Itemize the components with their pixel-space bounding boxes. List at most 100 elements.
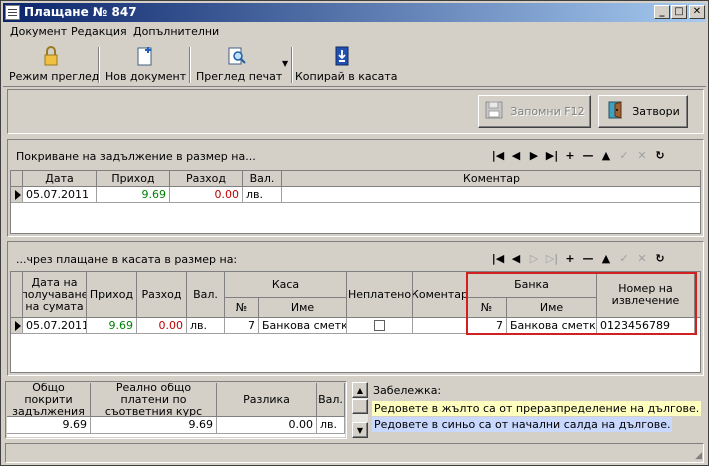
toolbar: Режим преглед Нов документ Преглед печат…: [3, 43, 706, 87]
menu-document[interactable]: Документ: [10, 25, 67, 38]
payment-date-cell[interactable]: 05.07.2011: [23, 318, 87, 334]
payment-cash-name-cell[interactable]: Банкова сметка: [259, 318, 347, 334]
notes-scrollbar[interactable]: ▲ ▼: [352, 382, 368, 438]
close-label: Затвори: [632, 105, 680, 118]
refresh-icon[interactable]: ↻: [653, 252, 667, 266]
col-comment[interactable]: Коментар: [282, 171, 700, 187]
close-button[interactable]: Затвори: [598, 95, 688, 128]
payment-section: ...чрез плащане в касата в размер на: |◀…: [7, 241, 704, 376]
col-group-bank: Банка: [467, 272, 597, 298]
view-mode-label: Режим преглед: [9, 70, 100, 83]
next-record-icon[interactable]: ▶: [527, 149, 541, 163]
col-statement-number[interactable]: Номер на извлечение: [597, 272, 695, 318]
col-income[interactable]: Приход: [87, 272, 137, 318]
col-comment[interactable]: Коментар: [413, 272, 467, 318]
add-record-icon[interactable]: +: [563, 252, 577, 266]
cancel-record-icon[interactable]: ✕: [635, 149, 649, 163]
payment-cash-no-cell[interactable]: 7: [225, 318, 259, 334]
payment-bank-no-cell[interactable]: 7: [467, 318, 507, 334]
delete-record-icon[interactable]: —: [581, 149, 595, 163]
col-expense[interactable]: Разход: [170, 171, 243, 187]
col-currency[interactable]: Вал.: [187, 272, 225, 318]
print-preview-icon: [226, 45, 248, 67]
col-cash-no[interactable]: №: [225, 298, 259, 318]
col-income[interactable]: Приход: [97, 171, 170, 187]
scroll-thumb[interactable]: [352, 399, 368, 414]
dropdown-arrow-icon[interactable]: ▼: [282, 59, 288, 68]
payment-window: Плащане № 847 _ □ ✕ Документ Редакция До…: [0, 0, 709, 466]
new-document-button[interactable]: Нов документ: [105, 45, 186, 85]
post-record-icon[interactable]: ✓: [617, 252, 631, 266]
copy-to-cash-button[interactable]: Копирай в касата: [295, 45, 398, 85]
col-bank-no[interactable]: №: [467, 298, 507, 318]
menu-edit[interactable]: Редакция: [71, 25, 127, 38]
edit-record-icon[interactable]: ▲: [599, 252, 613, 266]
payment-expense-cell[interactable]: 0.00: [137, 318, 187, 334]
cancel-record-icon[interactable]: ✕: [635, 252, 649, 266]
payment-currency-cell[interactable]: лв.: [187, 318, 225, 334]
payment-caption: ...чрез плащане в касата в размер на:: [16, 253, 238, 266]
maximize-button[interactable]: □: [671, 5, 687, 19]
door-exit-icon: [606, 100, 626, 123]
difference-value: 0.00: [217, 417, 317, 434]
edit-record-icon[interactable]: ▲: [599, 149, 613, 163]
col-cash-name[interactable]: Име: [259, 298, 347, 318]
col-date[interactable]: Дата: [23, 171, 97, 187]
print-preview-label: Преглед печат: [196, 70, 283, 83]
status-bar: ◢: [5, 443, 704, 463]
payment-income-cell[interactable]: 9.69: [87, 318, 137, 334]
prior-record-icon[interactable]: ◀: [509, 149, 523, 163]
col-currency[interactable]: Вал.: [243, 171, 282, 187]
minimize-button[interactable]: _: [654, 5, 670, 19]
prior-record-icon[interactable]: ◀: [509, 252, 523, 266]
document-icon: [5, 5, 20, 20]
resize-grip-icon[interactable]: ◢: [695, 451, 702, 461]
current-row-icon: [11, 187, 23, 203]
window-title: Плащане № 847: [24, 5, 137, 19]
yellow-rows-note: Редовете в жълто са от преразпределение …: [372, 401, 702, 416]
col-unpaid[interactable]: Неплатено: [347, 272, 413, 318]
view-mode-button[interactable]: Режим преглед: [9, 45, 100, 85]
next-record-icon[interactable]: ▷: [527, 252, 541, 266]
last-record-icon[interactable]: ▷|: [545, 252, 559, 266]
scroll-down-icon[interactable]: ▼: [352, 422, 368, 438]
debt-date-cell[interactable]: 05.07.2011: [23, 187, 97, 203]
debt-grid: Дата Приход Разход Вал. Коментар 05.07.2…: [10, 170, 701, 234]
debt-caption: Покриване на задължение в размер на...: [16, 150, 256, 163]
current-row-icon: [11, 318, 23, 334]
payment-comment-cell[interactable]: [413, 318, 467, 334]
payment-statement-cell[interactable]: 0123456789: [597, 318, 695, 334]
toolbar-separator: [98, 47, 100, 83]
col-currency: Вал.: [317, 383, 345, 417]
col-receive-date[interactable]: Дата на получаване на сумата: [23, 272, 87, 318]
debt-comment-cell[interactable]: [282, 187, 700, 203]
col-bank-name[interactable]: Име: [507, 298, 597, 318]
total-paid-value: 9.69: [91, 417, 217, 434]
save-button[interactable]: Запомни F12: [478, 95, 591, 128]
debt-expense-cell[interactable]: 0.00: [170, 187, 243, 203]
col-difference: Разлика: [217, 383, 317, 417]
title-bar[interactable]: Плащане № 847 _ □ ✕: [3, 3, 706, 22]
col-group-cash: Каса: [225, 272, 347, 298]
last-record-icon[interactable]: ▶|: [545, 149, 559, 163]
save-label: Запомни F12: [510, 105, 585, 118]
debt-currency-cell[interactable]: лв.: [243, 187, 282, 203]
close-window-button[interactable]: ✕: [689, 5, 705, 19]
first-record-icon[interactable]: |◀: [491, 252, 505, 266]
first-record-icon[interactable]: |◀: [491, 149, 505, 163]
row-indicator-header: [11, 171, 23, 187]
total-currency-value: лв.: [317, 417, 345, 434]
notes-panel: Забележка: Редовете в жълто са от прераз…: [370, 381, 704, 439]
payment-bank-name-cell[interactable]: Банкова сметка: [507, 318, 597, 334]
col-expense[interactable]: Разход: [137, 272, 187, 318]
menu-additional[interactable]: Допълнителни: [133, 25, 219, 38]
scroll-up-icon[interactable]: ▲: [352, 382, 368, 398]
debt-income-cell[interactable]: 9.69: [97, 187, 170, 203]
unpaid-checkbox[interactable]: [374, 320, 385, 331]
add-record-icon[interactable]: +: [563, 149, 577, 163]
delete-record-icon[interactable]: —: [581, 252, 595, 266]
refresh-icon[interactable]: ↻: [653, 149, 667, 163]
action-panel: Запомни F12 Затвори: [7, 89, 704, 134]
post-record-icon[interactable]: ✓: [617, 149, 631, 163]
print-preview-button[interactable]: Преглед печат: [196, 45, 283, 85]
